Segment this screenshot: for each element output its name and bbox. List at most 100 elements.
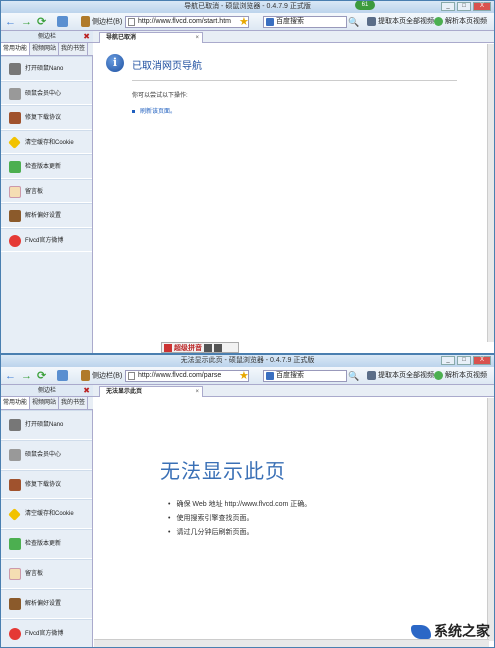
sidebar-item-update[interactable]: 检查版本更新 [1,154,92,179]
back-arrow-icon[interactable]: ← [5,370,16,382]
puzzle-icon [9,538,21,551]
refresh-icon[interactable]: ⟳ [37,16,46,28]
sidebar-empty-area [1,252,93,353]
extract-videos-button[interactable]: 提取本页全部视频 [367,16,434,28]
sidebar-item-clear-cache[interactable]: 清空缓存和Cookie [1,129,92,154]
sidebar-item-guestbook[interactable]: 留言板 [1,558,92,589]
tab-cannot-display[interactable]: 无法显示此页 × [99,386,203,397]
page-heading: 无法显示此页 [160,461,286,483]
parse-icon [434,370,443,380]
maximize-button[interactable]: □ [457,2,471,11]
list-item: 使用搜索引擎查找页面。 [168,512,311,526]
refresh-icon[interactable]: ⟳ [37,370,46,382]
star-icon[interactable]: ★ [239,370,249,382]
refresh-link[interactable]: 刷新该页面。 [132,106,176,115]
home-icon[interactable] [57,370,68,382]
sidebar-item-weibo[interactable]: Flvcd官方微博 [1,227,92,252]
close-button[interactable]: X [473,356,491,365]
parse-icon [434,16,443,26]
sidebar-item-nano[interactable]: 打开硕鼠Nano [1,56,92,81]
sidebar-item-guestbook[interactable]: 留言板 [1,178,92,203]
member-icon [9,448,21,461]
sidebar-header: 侧边栏 ✖ [1,31,93,43]
nano-icon [9,63,21,75]
ime-logo-icon [164,344,172,353]
sidebar-tabs: 常用功能 视频网站 我的书签 [1,397,93,410]
watermark-logo-icon [411,625,431,640]
maximize-button[interactable]: □ [457,356,471,365]
tab-bar: 导航已取消 × [93,31,494,43]
sidebar-item-nano[interactable]: 打开硕鼠Nano [1,410,92,440]
tab-navigation-canceled[interactable]: 导航已取消 × [99,32,203,43]
baidu-icon [266,18,274,26]
page-icon [128,372,135,380]
parse-video-button[interactable]: 解析本页视频 [434,370,487,382]
page-content: 无法显示此页 确保 Web 地址 http://www.flvcd.com 正确… [94,398,489,641]
sidebar-item-repair[interactable]: 修复下载协议 [1,469,92,500]
sidebar-item-member[interactable]: 硕鼠会员中心 [1,80,92,105]
forward-arrow-icon[interactable]: → [21,16,32,28]
sidebar-close-icon[interactable]: ✖ [83,31,90,43]
tab-bookmarks[interactable]: 我的书签 [59,43,89,55]
window-title: 无法显示此页 - 硕鼠浏览器 - 0.4.7.9 正式版 [180,357,315,364]
minimize-button[interactable]: _ [441,356,455,365]
address-bar[interactable]: http://www.flvcd.com/start.htm [125,16,249,28]
sidebar-item-settings[interactable]: 解析偏好设置 [1,203,92,228]
sidebar-header: 侧边栏 ✖ [1,385,93,397]
video-icon [367,16,376,26]
address-bar[interactable]: http://www.flvcd.com/parse [125,370,249,382]
vertical-scrollbar[interactable] [487,44,494,342]
page-content: i 已取消网页导航 你可以尝试以下操作: 刷新该页面。 [94,44,489,342]
repair-icon [9,112,21,124]
minimize-button[interactable]: _ [441,2,455,11]
search-input[interactable]: 百度搜索 [263,16,347,28]
star-icon[interactable]: ★ [239,16,249,28]
tab-close-icon[interactable]: × [195,387,199,397]
ime-moon-icon[interactable] [204,344,212,353]
home-icon[interactable] [57,16,68,28]
hint-text: 你可以尝试以下操作: [132,93,188,99]
info-icon: i [106,54,124,72]
tab-common[interactable]: 常用功能 [1,43,31,55]
extract-videos-button[interactable]: 提取本页全部视频 [367,370,434,382]
search-icon[interactable]: 🔍 [348,16,359,28]
sidebar-tabs: 常用功能 视频网站 我的书签 [1,43,93,56]
settings-icon [9,597,21,610]
toolbar: ← → ⟳ 侧边栏(B) http://www.flvcd.com/start.… [1,13,494,31]
sidebar-item-settings[interactable]: 解析偏好设置 [1,588,92,619]
sidebar-item-repair[interactable]: 修复下载协议 [1,105,92,130]
tab-bookmarks[interactable]: 我的书签 [59,397,89,409]
sidebar-toggle[interactable]: 侧边栏(B) [81,370,122,382]
address-text: http://www.flvcd.com/parse [138,372,222,379]
vertical-scrollbar[interactable] [487,398,494,641]
suggestion-list: 确保 Web 地址 http://www.flvcd.com 正确。 使用搜索引… [168,498,311,540]
tab-common[interactable]: 常用功能 [1,397,31,409]
ime-punct-icon[interactable] [214,344,222,353]
sidebar-toggle[interactable]: 侧边栏(B) [81,16,122,28]
tab-video-sites[interactable]: 视频网站 [30,397,60,409]
sidebar-item-member[interactable]: 硕鼠会员中心 [1,439,92,470]
nano-icon [9,419,21,431]
address-text: http://www.flvcd.com/start.htm [138,18,231,25]
sidebar-item-update[interactable]: 检查版本更新 [1,529,92,559]
title-bar: 导航已取消 - 硕鼠浏览器 - 0.4.7.9 正式版 61 _ □ X [1,1,494,13]
browser-window-2: 无法显示此页 - 硕鼠浏览器 - 0.4.7.9 正式版 _ □ X ← → ⟳… [0,354,495,648]
ime-status-bar: 超级拼音 [161,342,239,353]
browser-window-1: 导航已取消 - 硕鼠浏览器 - 0.4.7.9 正式版 61 _ □ X ← →… [0,0,495,354]
parse-video-button[interactable]: 解析本页视频 [434,16,487,28]
search-icon[interactable]: 🔍 [348,370,359,382]
tab-close-icon[interactable]: × [195,33,199,43]
forward-arrow-icon[interactable]: → [21,370,32,382]
sidebar-item-clear-cache[interactable]: 清空缓存和Cookie [1,499,92,530]
sidebar-item-weibo[interactable]: Flvcd官方微博 [1,618,92,647]
sidebar-close-icon[interactable]: ✖ [83,385,90,397]
back-arrow-icon[interactable]: ← [5,16,16,28]
speed-badge: 61 [355,1,375,10]
tab-video-sites[interactable]: 视频网站 [30,43,60,55]
weibo-icon [9,627,21,640]
search-input[interactable]: 百度搜索 [263,370,347,382]
note-icon [9,567,21,580]
warning-icon [8,135,21,149]
list-item: 确保 Web 地址 http://www.flvcd.com 正确。 [168,498,311,512]
close-button[interactable]: X [473,2,491,11]
